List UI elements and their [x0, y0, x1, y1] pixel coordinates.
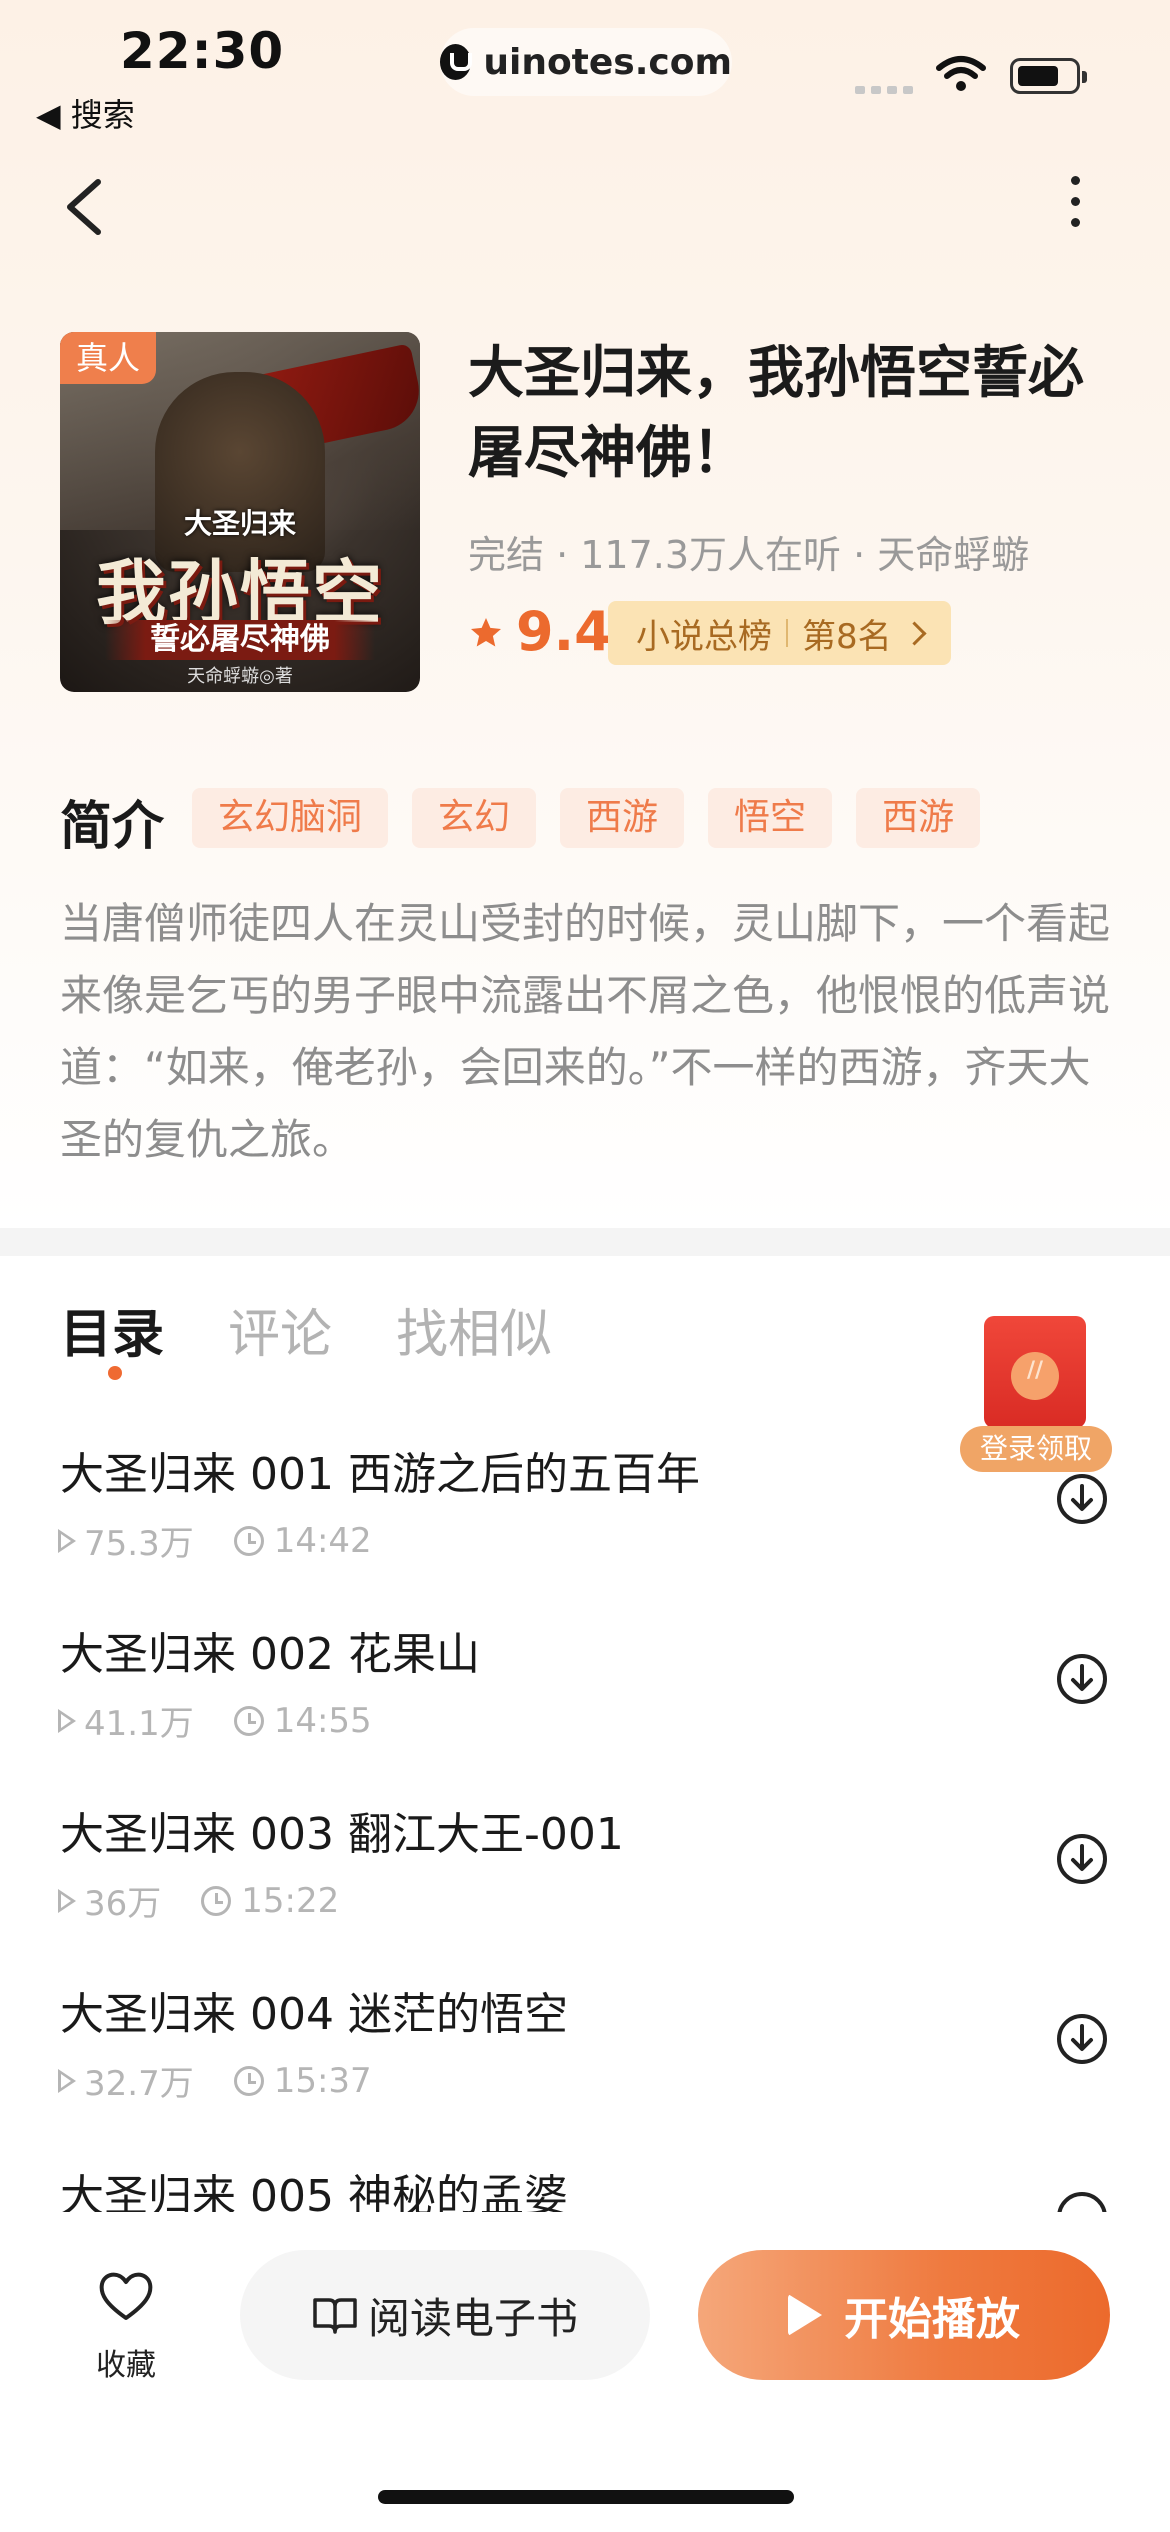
read-ebook-label: 阅读电子书 [367, 2293, 578, 2343]
book-icon [313, 2298, 357, 2334]
book-cover[interactable]: 大圣归来 我孙悟空 誓必屠尽神佛 天命蜉蝣◎著 [60, 332, 420, 692]
episode-duration: 15:37 [273, 2060, 372, 2101]
episode-duration: 14:55 [273, 1700, 372, 1741]
red-packet-icon[interactable] [984, 1316, 1086, 1428]
tag-list: 玄幻脑洞 玄幻 西游 悟空 西游 [192, 788, 981, 848]
play-count-icon [58, 1528, 76, 1553]
chevron-right-icon [902, 620, 927, 646]
play-count-icon [58, 1708, 76, 1733]
promo-login-label[interactable]: 登录领取 [960, 1426, 1112, 1472]
play-count-icon [58, 1888, 76, 1913]
tag-chip[interactable]: 玄幻脑洞 [192, 788, 389, 848]
clock-icon [201, 1885, 232, 1916]
cover-title-small: 大圣归来 [183, 507, 296, 540]
star-icon [471, 618, 501, 647]
intro-heading: 简介 [60, 797, 165, 857]
real-voice-badge: 真人 [60, 332, 156, 384]
rating-score: 9.4 [516, 600, 612, 663]
episode-meta: 75.3万 14:42 [58, 1516, 372, 1565]
episode-meta: 36万 15:22 [58, 1876, 340, 1925]
tab-similar[interactable]: 找相似 [396, 1292, 552, 1367]
download-icon[interactable] [1055, 1472, 1109, 1526]
tag-chip[interactable]: 玄幻 [412, 788, 537, 848]
more-options-icon[interactable] [1060, 176, 1090, 246]
play-count-icon [58, 2068, 76, 2093]
book-meta: 完结 · 117.3万人在听 · 天命蜉蝣 [468, 533, 1030, 577]
tag-chip[interactable]: 悟空 [708, 788, 833, 848]
active-tab-indicator [108, 1366, 122, 1380]
url-text: uinotes.com [483, 41, 732, 83]
start-play-button[interactable]: 开始播放 [698, 2250, 1110, 2380]
read-ebook-button[interactable]: 阅读电子书 [240, 2250, 650, 2380]
episode-title[interactable]: 大圣归来 002 花果山 [60, 1618, 480, 1682]
clock-icon [233, 1705, 264, 1736]
episode-plays: 32.7万 [84, 2064, 194, 2104]
url-pill[interactable]: uinotes.com [440, 28, 732, 96]
episode-title[interactable]: 大圣归来 001 西游之后的五百年 [60, 1438, 700, 1502]
signal-icon [855, 86, 913, 94]
episode-meta: 32.7万 15:37 [58, 2056, 372, 2105]
episode-plays: 75.3万 [84, 1524, 194, 1564]
episode-duration: 15:22 [241, 1880, 340, 1921]
download-icon[interactable] [1055, 1652, 1109, 1706]
book-title: 大圣归来，我孙悟空誓必屠尽神佛！ [468, 341, 1084, 486]
cover-author: 天命蜉蝣◎著 [187, 666, 293, 687]
play-icon [788, 2294, 822, 2336]
episode-title[interactable]: 大圣归来 004 迷茫的悟空 [60, 1978, 568, 2042]
home-indicator [378, 2490, 794, 2504]
clock-icon [233, 2065, 264, 2096]
rank-position: 第8名 [802, 616, 892, 657]
download-icon[interactable] [1055, 2012, 1109, 2066]
episode-duration: 14:42 [273, 1520, 372, 1561]
wifi-icon [936, 56, 986, 91]
back-to-search-link[interactable]: ◀ 搜索 [36, 90, 135, 136]
section-divider [0, 1228, 1170, 1256]
cover-subtitle: 誓必屠尽神佛 [105, 620, 375, 660]
episode-plays: 36万 [84, 1884, 162, 1924]
status-time: 22:30 [120, 22, 285, 80]
rank-list-name: 小说总榜 [636, 616, 772, 657]
episode-meta: 41.1万 14:55 [58, 1696, 372, 1745]
clock-icon [233, 1525, 264, 1556]
download-icon[interactable] [1055, 1832, 1109, 1886]
back-icon[interactable] [56, 172, 116, 242]
tag-chip[interactable]: 西游 [560, 788, 685, 848]
episode-title[interactable]: 大圣归来 003 翻江大王-001 [60, 1798, 624, 1862]
episode-plays: 41.1万 [84, 1704, 194, 1744]
rank-badge[interactable]: 小说总榜 第8名 [608, 601, 951, 665]
tag-chip[interactable]: 西游 [856, 788, 981, 848]
favorite-label[interactable]: 收藏 [96, 2340, 156, 2384]
tab-comments[interactable]: 评论 [228, 1292, 332, 1367]
start-play-label: 开始播放 [844, 2294, 1020, 2345]
intro-description: 当唐僧师徒四人在灵山受封的时候，灵山脚下，一个看起来像是乞丐的男子眼中流露出不屑… [60, 899, 1111, 1164]
site-logo-icon [440, 44, 473, 80]
heart-icon[interactable] [96, 2268, 156, 2324]
tab-catalog[interactable]: 目录 [60, 1292, 164, 1367]
battery-icon [1010, 58, 1087, 94]
